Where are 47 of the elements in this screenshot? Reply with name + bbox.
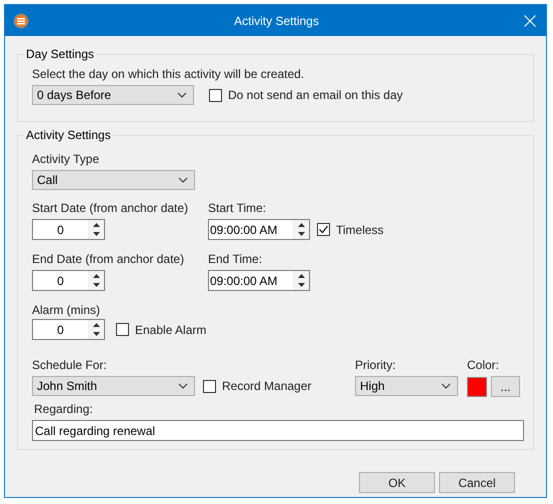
- dropdown[interactable]: John Smith: [32, 376, 195, 396]
- spinner-field[interactable]: 0: [32, 319, 105, 340]
- spinner-arrows-icon[interactable]: [293, 220, 309, 239]
- field-label: Start Time:: [208, 201, 268, 216]
- prompt-text: Select the day on which this activity will be created.: [32, 67, 306, 82]
- dialog-button[interactable]: OK: [359, 472, 435, 493]
- checkbox[interactable]: [317, 223, 330, 236]
- checkbox-label: Enable Alarm: [135, 322, 206, 336]
- app-icon: [13, 12, 29, 28]
- checkbox[interactable]: [209, 88, 222, 102]
- field-label: Schedule For:: [32, 358, 108, 373]
- dialog-button[interactable]: Cancel: [439, 472, 515, 493]
- spinner-field[interactable]: 09:00:00 AM: [208, 270, 310, 291]
- checkbox[interactable]: [116, 323, 129, 336]
- checkbox-label: Record Manager: [222, 379, 312, 393]
- text-field[interactable]: Call regarding renewal: [32, 420, 524, 441]
- group-title: Day Settings: [25, 47, 96, 61]
- spinner-field[interactable]: 0: [32, 270, 105, 291]
- checkbox-label: Do not send an email on this day: [228, 88, 403, 102]
- spinner-arrows-icon[interactable]: [293, 271, 309, 290]
- field-label: Activity Type: [32, 152, 100, 167]
- window-title: Activity Settings: [233, 14, 320, 28]
- field-label: Regarding:: [34, 402, 94, 417]
- color-swatch[interactable]: [467, 376, 487, 396]
- spinner-arrows-icon[interactable]: [88, 220, 104, 239]
- chevron-down-icon: [177, 92, 187, 98]
- dropdown[interactable]: 0 days Before: [32, 85, 194, 105]
- field-label: Priority:: [355, 358, 397, 373]
- chevron-down-icon: [178, 383, 188, 389]
- dropdown[interactable]: High: [355, 376, 458, 396]
- field-label: Start Date (from anchor date): [32, 201, 190, 216]
- spinner-arrows-icon[interactable]: [88, 320, 104, 339]
- field-label: End Date (from anchor date): [32, 252, 186, 267]
- dropdown[interactable]: Call: [32, 170, 195, 190]
- spinner-field[interactable]: 0: [32, 219, 105, 240]
- close-icon[interactable]: [524, 14, 536, 26]
- spinner-field[interactable]: 09:00:00 AM: [208, 219, 310, 240]
- field-label: Alarm (mins): [32, 303, 101, 318]
- checkbox-label: Timeless: [336, 222, 384, 236]
- checkbox[interactable]: [203, 380, 216, 392]
- group-title: Activity Settings: [25, 128, 112, 142]
- color-picker-button[interactable]: ...: [491, 376, 520, 397]
- chevron-down-icon: [178, 177, 188, 183]
- field-label: Color:: [467, 358, 500, 373]
- spinner-arrows-icon[interactable]: [88, 271, 104, 290]
- chevron-down-icon: [441, 383, 451, 389]
- field-label: End Time:: [208, 252, 264, 267]
